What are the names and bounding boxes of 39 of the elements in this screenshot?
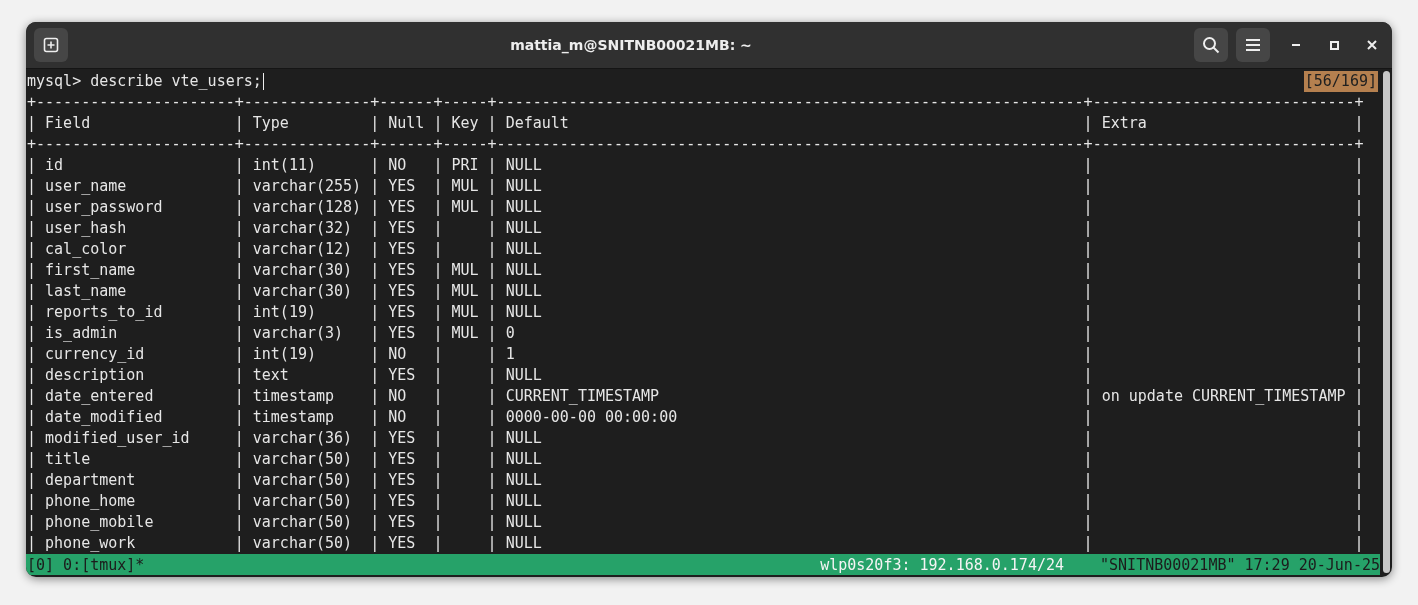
new-tab-button[interactable] <box>34 28 68 62</box>
new-tab-icon <box>43 37 59 53</box>
scrollbar-thumb[interactable] <box>1382 71 1390 573</box>
host-time-label: "SNITNB00021MB" 17:29 20-Jun-25 <box>1100 555 1380 574</box>
table-row: | modified_user_id | varchar(36) | YES | | NULL | | <box>27 428 1364 449</box>
table-border: +----------------------+--------------+------+-----+-----------------------------------------------------------------+-----------------------------+ <box>27 134 1364 155</box>
table-row: | user_hash | varchar(32) | YES | | NULL | | <box>27 218 1364 239</box>
search-button[interactable] <box>1194 28 1228 62</box>
table-row: | phone_work | varchar(50) | YES | | NULL | | <box>27 533 1364 554</box>
table-row: | is_admin | varchar(3) | YES | MUL | 0 | | <box>27 323 1364 344</box>
table-row: | date_modified | timestamp | NO | | 0000-00-00 00:00:00 | | <box>27 407 1364 428</box>
text-cursor <box>262 73 264 90</box>
table-row: | cal_color | varchar(12) | YES | | NULL | | <box>27 239 1364 260</box>
table-row: | id | int(11) | NO | PRI | NULL | | <box>27 155 1364 176</box>
table-border: +----------------------+--------------+------+-----+-----------------------------------------------------------------+-----------------------------+ <box>27 92 1364 113</box>
table-row: | last_name | varchar(30) | YES | MUL | NULL | | <box>27 281 1364 302</box>
session-label: [0] 0:[tmux]* <box>26 555 146 574</box>
window-title: mattia_m@SNITNB00021MB: ~ <box>509 37 753 53</box>
maximize-icon <box>1329 40 1339 50</box>
table-row: | currency_id | int(19) | NO | | 1 | | <box>27 344 1364 365</box>
table-row: | title | varchar(50) | YES | | NULL | | <box>27 449 1364 470</box>
table-header: | Field | Type | Null | Key | Default | Extra | <box>27 113 1364 134</box>
search-icon <box>1202 36 1220 54</box>
minimize-icon <box>1292 44 1300 46</box>
table-row: | date_entered | timestamp | NO | | CURRENT_TIMESTAMP | on update CURRENT_TIMESTAMP | <box>27 386 1364 407</box>
table-row: | user_password | varchar(128) | YES | MUL | NULL | | <box>27 197 1364 218</box>
close-icon <box>1367 40 1377 50</box>
scroll-position: [56/169] <box>1303 71 1378 92</box>
command-line: mysql> describe vte_users; <box>27 71 262 92</box>
menu-icon <box>1245 38 1261 52</box>
table-row: | first_name | varchar(30) | YES | MUL | NULL | | <box>27 260 1364 281</box>
table-row: | description | text | YES | | NULL | | <box>27 365 1364 386</box>
table-row: | reports_to_id | int(19) | YES | MUL | NULL | | <box>27 302 1364 323</box>
table-row: | department | varchar(50) | YES | | NULL | | <box>27 470 1364 491</box>
table-row: | phone_home | varchar(50) | YES | | NULL | | <box>27 491 1364 512</box>
table-row: | phone_mobile | varchar(50) | YES | | NULL | | <box>27 512 1364 533</box>
table-row: | user_name | varchar(255) | YES | MUL | NULL | | <box>27 176 1364 197</box>
network-label: wlp0s20f3: 192.168.0.174/24 <box>820 555 1065 574</box>
menu-button[interactable] <box>1236 28 1270 62</box>
